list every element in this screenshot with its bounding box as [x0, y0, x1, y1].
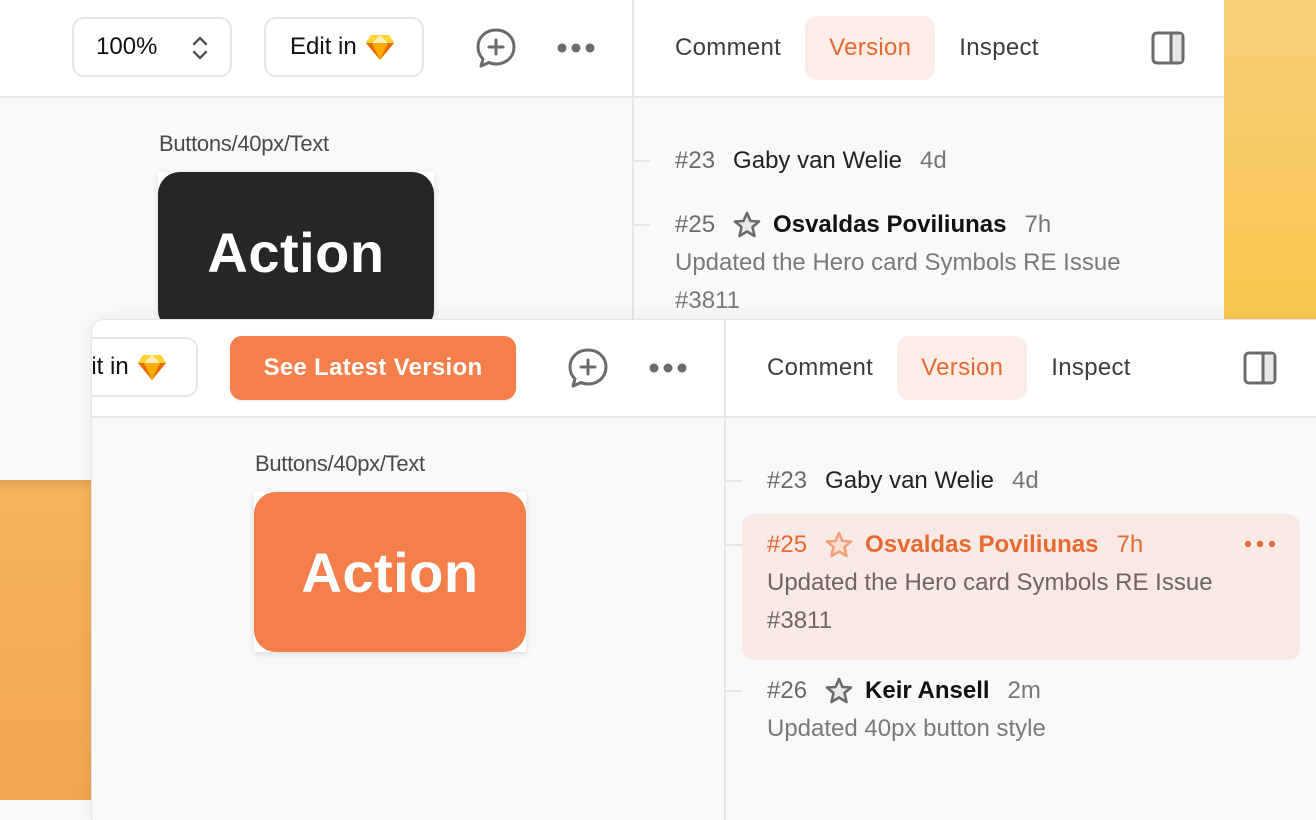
version-age: 7h	[1024, 211, 1052, 238]
version-number: #26	[767, 677, 808, 704]
artboard-label: Buttons/40px/Text	[159, 131, 329, 156]
sketch-gem-icon	[365, 35, 394, 60]
zoom-value: 100%	[96, 33, 158, 60]
timeline-tick	[634, 224, 650, 226]
tab-version[interactable]: Version	[897, 336, 1028, 400]
sidebar-toggle-icon[interactable]	[1151, 31, 1185, 65]
zoom-select[interactable]: 100%	[72, 17, 232, 77]
edit-in-label: Edit in	[290, 33, 357, 60]
background-yellow-panel	[1224, 0, 1316, 320]
version-author: Osvaldas Poviliunas	[865, 531, 1099, 558]
sidebar-toggle-icon[interactable]	[1243, 351, 1277, 385]
version-description: Updated the Hero card Symbols RE Issue	[675, 249, 1121, 276]
chevron-up-down-icon	[192, 36, 208, 60]
version-author: Keir Ansell	[865, 677, 990, 704]
see-latest-version-button[interactable]: See Latest Version	[230, 336, 516, 400]
version-number: #23	[767, 467, 808, 494]
star-icon[interactable]	[825, 677, 853, 705]
front-toolbar: lit in See Latest Version Comment Versio…	[92, 320, 1316, 418]
tab-version[interactable]: Version	[805, 16, 936, 80]
version-item[interactable]: #26 Keir Ansell 2m Updated 40px button s…	[767, 672, 1046, 748]
timeline-tick	[726, 544, 742, 546]
front-tabs: Comment Version Inspect	[743, 336, 1155, 400]
version-age: 4d	[920, 147, 947, 174]
comment-add-icon[interactable]	[475, 27, 517, 69]
artboard[interactable]: Action	[158, 172, 434, 332]
edit-in-sketch-button[interactable]: Edit in	[264, 17, 424, 77]
tab-comment[interactable]: Comment	[743, 336, 897, 400]
sketch-gem-icon	[137, 355, 166, 380]
version-description: Updated the Hero card Symbols RE Issue	[767, 569, 1213, 596]
version-description: Updated 40px button style	[767, 715, 1046, 742]
action-button-preview: Action	[254, 492, 526, 652]
star-icon[interactable]	[825, 531, 853, 559]
front-window: lit in See Latest Version Comment Versio…	[92, 320, 1316, 820]
background-orange-panel	[0, 480, 92, 800]
edit-in-label: lit in	[92, 353, 129, 380]
more-horizontal-icon[interactable]	[649, 362, 689, 374]
version-number: #25	[675, 211, 716, 238]
version-author: Gaby van Welie	[825, 467, 995, 494]
more-horizontal-icon[interactable]	[1244, 540, 1276, 548]
version-description-issue: #3811	[767, 607, 832, 634]
version-author: Osvaldas Poviliunas	[773, 211, 1007, 238]
version-item[interactable]: #23 Gaby van Welie 4d	[675, 142, 947, 180]
tab-inspect[interactable]: Inspect	[935, 16, 1062, 80]
artboard[interactable]: Action	[254, 492, 526, 652]
action-button-preview: Action	[158, 172, 434, 332]
version-author: Gaby van Welie	[733, 147, 903, 174]
edit-in-sketch-button[interactable]: lit in	[92, 337, 198, 397]
version-item-selected[interactable]: #25 Osvaldas Poviliunas 7h Updated the H…	[742, 514, 1300, 660]
back-tabs: Comment Version Inspect	[651, 16, 1063, 80]
version-item[interactable]: #23 Gaby van Welie 4d	[767, 462, 1039, 500]
version-age: 7h	[1116, 531, 1144, 558]
version-description-issue: #3811	[675, 287, 740, 314]
tab-comment[interactable]: Comment	[651, 16, 805, 80]
comment-add-icon[interactable]	[567, 347, 609, 389]
timeline-tick	[726, 480, 742, 482]
version-item[interactable]: #25 Osvaldas Poviliunas 7h Updated the H…	[675, 206, 1215, 320]
version-age: 2m	[1007, 677, 1041, 704]
more-horizontal-icon[interactable]	[557, 42, 597, 54]
version-number: #23	[675, 147, 716, 174]
timeline-tick	[726, 690, 742, 692]
star-icon[interactable]	[733, 211, 761, 239]
back-toolbar: 100% Edit in Comment Version Inspect	[0, 0, 1224, 98]
artboard-label: Buttons/40px/Text	[255, 451, 425, 476]
version-age: 4d	[1012, 467, 1039, 494]
timeline-tick	[634, 160, 650, 162]
version-number: #25	[767, 531, 808, 558]
tab-inspect[interactable]: Inspect	[1027, 336, 1154, 400]
timeline-line	[724, 418, 726, 820]
